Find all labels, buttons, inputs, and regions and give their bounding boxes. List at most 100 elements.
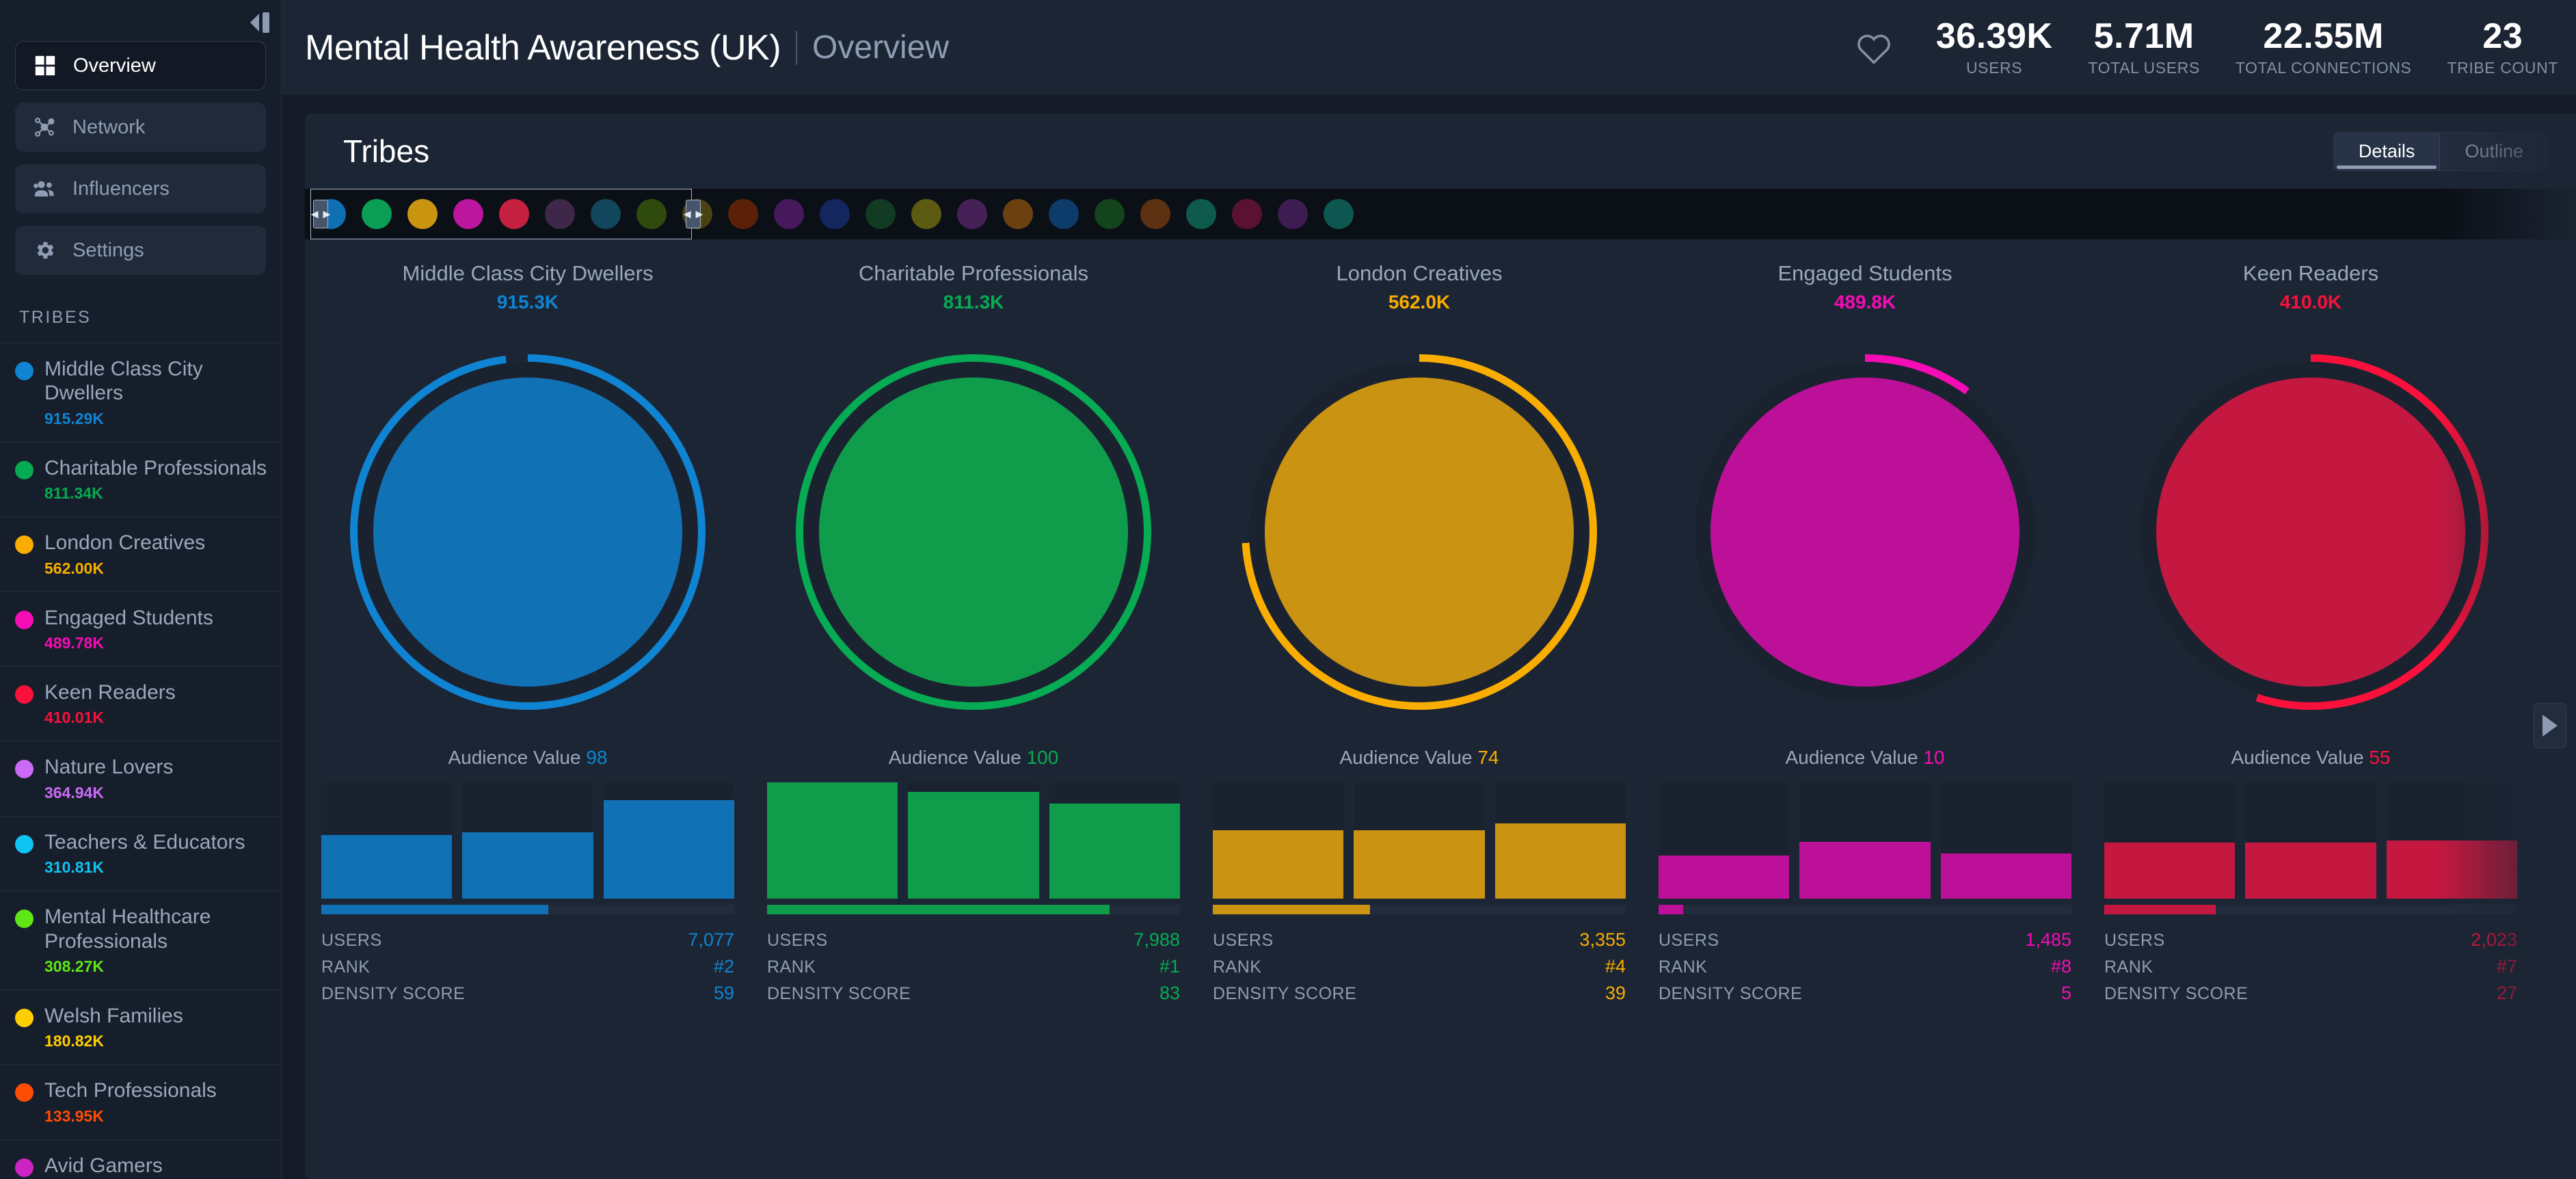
stat-row-label: DENSITY SCORE	[1213, 984, 1357, 1003]
page-subtitle: Overview	[812, 29, 950, 66]
list-item[interactable]: Welsh Families 180.82K	[0, 990, 281, 1065]
collapse-sidebar-icon[interactable]	[238, 11, 269, 34]
bar-fill	[1213, 830, 1344, 899]
bar-fill	[321, 834, 453, 899]
stat-row-value: 27	[2496, 983, 2517, 1003]
tribe-color-dot	[15, 1008, 33, 1027]
header-stats: 36.39K USERS 5.71M TOTAL USERS 22.55M TO…	[1853, 18, 2576, 78]
strip-swatch[interactable]	[957, 199, 987, 229]
tribe-card[interactable]: Keen Readers 410.0K Audience Value 55 USERS…	[2088, 239, 2534, 1007]
card-title: Engaged Students	[1777, 261, 1953, 285]
top-bar: Mental Health Awareness (UK) Overview 36…	[282, 0, 2576, 96]
strip-swatch[interactable]	[1003, 199, 1033, 229]
strip-swatch[interactable]	[591, 199, 621, 229]
network-icon	[31, 114, 57, 140]
list-item[interactable]: Middle Class City Dwellers 915.29K	[0, 343, 281, 442]
sidebar-tribe-list: Middle Class City Dwellers 915.29K Charita…	[0, 343, 281, 1179]
table-row: DENSITY SCORE 5	[1659, 980, 2071, 1007]
strip-swatch[interactable]	[1140, 199, 1170, 229]
tribe-card[interactable]: Middle Class City Dwellers 915.3K Audience…	[305, 239, 751, 1007]
list-item[interactable]: Teachers & Educators 310.81K	[0, 817, 281, 892]
tribe-card[interactable]: London Creatives 562.0K Audience Value 74 U…	[1196, 239, 1642, 1007]
progress-track	[767, 905, 1180, 914]
bar-track	[1799, 782, 1931, 899]
bar-fill	[1799, 841, 1931, 899]
tab-details[interactable]: Details	[2333, 132, 2440, 170]
sidebar-item-overview[interactable]: Overview	[15, 41, 266, 90]
stat-value: 36.39K	[1935, 16, 2053, 56]
bar-track	[603, 782, 734, 899]
strip-swatch[interactable]	[1278, 199, 1308, 229]
sidebar-item-label: Overview	[73, 54, 156, 77]
tab-outline[interactable]: Outline	[2440, 133, 2548, 170]
list-item[interactable]: London Creatives 562.00K	[0, 517, 281, 592]
list-item[interactable]: Charitable Professionals 811.34K	[0, 442, 281, 518]
people-icon	[31, 176, 57, 202]
card-stat-rows: USERS 3,355 RANK #4 DENSITY SCORE 39	[1196, 914, 1642, 1007]
bar-fill	[1659, 856, 1790, 899]
strip-swatch[interactable]	[774, 199, 804, 229]
list-item[interactable]: Mental Healthcare Professionals 308.27K	[0, 891, 281, 990]
list-item[interactable]: Tech Professionals 133.95K	[0, 1065, 281, 1140]
stat-total-connections: 22.55M TOTAL CONNECTIONS	[2218, 18, 2430, 78]
strip-swatch[interactable]	[820, 199, 850, 229]
next-arrow-icon[interactable]	[2534, 703, 2566, 748]
tribe-color-dot	[15, 535, 33, 555]
brush-handle-left[interactable]: ◄►	[308, 200, 333, 228]
tribe-card[interactable]: Engaged Students 489.8K Audience Value 10 U…	[1642, 239, 2088, 1007]
list-item[interactable]: Avid Gamers128.67K	[0, 1140, 281, 1179]
tribe-value: 562.00K	[44, 559, 104, 577]
strip-swatch[interactable]	[911, 199, 941, 229]
strip-swatch[interactable]	[545, 199, 575, 229]
stat-row-value: #4	[1605, 956, 1626, 977]
table-row: RANK #7	[2104, 953, 2517, 980]
strip-swatch[interactable]	[1049, 199, 1079, 229]
heart-icon[interactable]	[1853, 27, 1895, 69]
stat-row-label: USERS	[1213, 931, 1274, 950]
strip-swatch[interactable]	[866, 199, 896, 229]
sidebar-item-settings[interactable]: Settings	[15, 226, 266, 275]
sidebar-item-influencers[interactable]: Influencers	[15, 164, 266, 213]
stat-label: TOTAL USERS	[2088, 59, 2200, 77]
strip-swatch[interactable]	[1095, 199, 1125, 229]
stat-value: 5.71M	[2093, 16, 2195, 56]
tribes-panel: Tribes Details Outline ◄► ◄► Middle Clas…	[305, 114, 2576, 1179]
stat-row-value: 7,988	[1133, 929, 1180, 950]
sidebar-top	[0, 0, 281, 41]
card-bars	[751, 769, 1196, 899]
donut-chart	[2088, 313, 2534, 751]
list-item[interactable]: Engaged Students 489.78K	[0, 592, 281, 667]
bar-track	[321, 782, 453, 899]
tribe-card[interactable]: Charitable Professionals 811.3K Audience V…	[751, 239, 1196, 1007]
donut-fill	[1265, 377, 1574, 687]
card-title: Keen Readers	[2242, 261, 2379, 285]
strip-swatch[interactable]	[728, 199, 758, 229]
strip-swatch-selected[interactable]	[407, 199, 438, 229]
brush-handle-right[interactable]: ◄►	[681, 200, 706, 228]
sidebar: Overview Network Influencers Settings TR…	[0, 0, 282, 1179]
table-row: DENSITY SCORE 83	[767, 980, 1180, 1007]
list-item[interactable]: Keen Readers 410.01K	[0, 667, 281, 742]
bar-fill	[1049, 803, 1180, 899]
strip-swatch[interactable]	[1186, 199, 1216, 229]
tribe-value: 310.81K	[44, 858, 104, 877]
tribe-color-strip[interactable]: ◄► ◄►	[305, 189, 2576, 239]
sidebar-item-network[interactable]: Network	[15, 103, 266, 152]
progress-track	[1659, 905, 2071, 914]
bar-track	[908, 782, 1039, 899]
strip-swatch[interactable]	[1324, 199, 1354, 229]
stat-row-label: DENSITY SCORE	[2104, 984, 2249, 1003]
strip-swatch-selected[interactable]	[362, 199, 392, 229]
sidebar-section-label: TRIBES	[19, 308, 92, 327]
strip-swatch-selected[interactable]	[453, 199, 483, 229]
table-row: USERS 7,988	[767, 927, 1180, 953]
strip-swatch[interactable]	[1232, 199, 1262, 229]
strip-swatch-selected[interactable]	[499, 199, 529, 229]
bar-fill	[462, 832, 593, 899]
card-title: Middle Class City Dwellers	[402, 261, 654, 285]
tribe-name: Tech Professionals	[44, 1079, 217, 1102]
strip-swatch[interactable]	[636, 199, 667, 229]
stat-total-users: 5.71M TOTAL USERS	[2070, 18, 2217, 78]
stat-row-value: #1	[1159, 956, 1180, 977]
list-item[interactable]: Nature Lovers 364.94K	[0, 741, 281, 817]
